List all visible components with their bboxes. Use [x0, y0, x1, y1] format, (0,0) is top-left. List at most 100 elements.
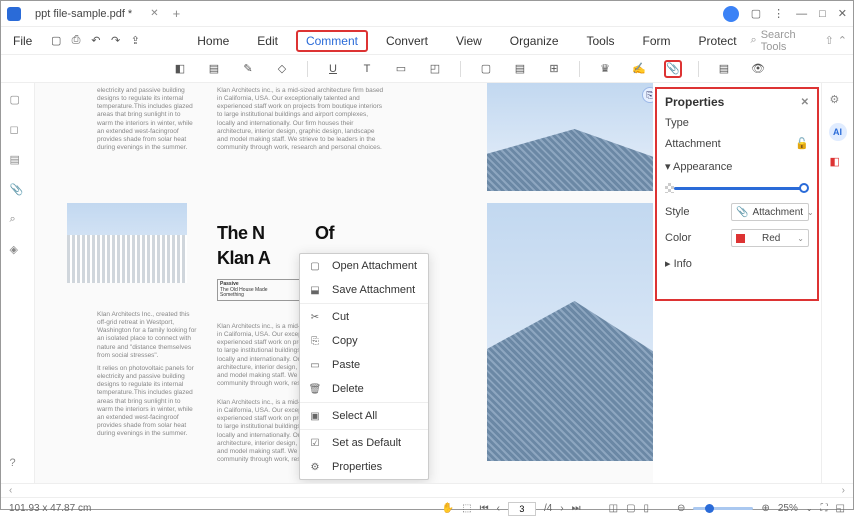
tab-tools[interactable]: Tools [577, 30, 625, 52]
body-text: Klan Architects Inc., created this off-g… [97, 311, 197, 360]
hand-tool-icon[interactable]: ✋ [442, 503, 454, 514]
scroll-right-icon[interactable]: › [842, 485, 845, 496]
outline-icon[interactable]: ▤ [10, 153, 26, 169]
next-page-icon[interactable]: › [560, 503, 563, 514]
prev-page-icon[interactable]: ‹ [497, 503, 500, 514]
layers-icon[interactable]: ◈ [10, 243, 26, 259]
settings-rail-icon[interactable]: ⚙ [830, 93, 846, 109]
zoom-value[interactable]: 25% [778, 503, 798, 514]
attachments-rail-icon[interactable]: 📎 [10, 183, 26, 199]
sticky-icon[interactable]: ▤ [511, 60, 529, 78]
hide-comments-icon[interactable]: 👁 [749, 60, 767, 78]
search-rail-icon[interactable]: ⌕ [10, 213, 26, 229]
search-placeholder[interactable]: Search Tools [761, 29, 811, 53]
zoom-dropdown-icon[interactable]: ⌄ [806, 504, 813, 513]
cloud-icon[interactable]: ⇧ [825, 34, 834, 47]
tab-edit[interactable]: Edit [247, 30, 288, 52]
first-page-icon[interactable]: ⏮ [480, 503, 489, 514]
redo-icon[interactable]: ↷ [108, 32, 124, 50]
style-select[interactable]: 📎Attachment⌄ [731, 203, 809, 221]
single-page-icon[interactable]: ▯ [644, 503, 650, 514]
ctx-cut[interactable]: ✂Cut [300, 305, 428, 329]
ctx-paste[interactable]: ▭Paste [300, 353, 428, 377]
new-tab-button[interactable]: + [173, 6, 181, 21]
translate-icon[interactable]: ◧ [830, 155, 846, 171]
ctx-save-attachment[interactable]: ⬓Save Attachment [300, 278, 428, 302]
zoom-in-icon[interactable]: ⊕ [761, 503, 769, 514]
menubar: File ▢ ⎙ ↶ ↷ ⇪ Home Edit Comment Convert… [1, 27, 853, 55]
textbox-icon[interactable]: ▭ [392, 60, 410, 78]
share-icon[interactable]: ⇪ [127, 32, 143, 50]
help-icon[interactable]: ? [10, 457, 26, 473]
ctx-set-default[interactable]: ☑Set as Default [300, 431, 428, 455]
app-icon [7, 7, 21, 21]
select-tool-icon[interactable]: ⬚ [462, 503, 471, 514]
tab-view[interactable]: View [446, 30, 492, 52]
underline-icon[interactable]: U [324, 60, 342, 78]
ctx-select-all[interactable]: ▣Select All [300, 404, 428, 428]
more-icon[interactable]: ⋮ [773, 7, 784, 20]
feedback-icon[interactable]: ▢ [751, 7, 761, 20]
color-select[interactable]: Red⌄ [731, 229, 809, 247]
stamp-icon[interactable]: ♛ [596, 60, 614, 78]
tab-convert[interactable]: Convert [376, 30, 438, 52]
minimize-icon[interactable]: — [796, 8, 807, 20]
attachment-icon[interactable]: 📎 [664, 60, 682, 78]
tab-home[interactable]: Home [187, 30, 239, 52]
ctx-label: Open Attachment [332, 260, 417, 272]
search-icon[interactable]: ⌕ [751, 34, 757, 47]
lock-icon[interactable]: 🔓 [795, 137, 809, 150]
left-rail: ▢ ◻ ▤ 📎 ⌕ ◈ ? [1, 83, 35, 483]
scroll-left-icon[interactable]: ‹ [9, 485, 12, 496]
tab-protect[interactable]: Protect [689, 30, 747, 52]
opacity-slider[interactable] [674, 181, 809, 195]
save-icon[interactable]: ▢ [48, 32, 64, 50]
print-icon[interactable]: ⎙ [68, 32, 84, 50]
tab-form[interactable]: Form [633, 30, 681, 52]
ctx-open-attachment[interactable]: ▢Open Attachment [300, 254, 428, 278]
document-tab[interactable]: ppt file-sample.pdf * ✕ [27, 5, 167, 23]
page-input[interactable] [508, 502, 536, 516]
comments-list-icon[interactable]: ▤ [715, 60, 733, 78]
fullscreen-icon[interactable]: ⛶ [821, 503, 828, 514]
context-menu: ▢Open Attachment ⬓Save Attachment ✂Cut ⎘… [299, 253, 429, 480]
ctx-copy[interactable]: ⎘Copy [300, 329, 428, 353]
callout-icon[interactable]: ◰ [426, 60, 444, 78]
user-avatar[interactable] [723, 6, 739, 22]
fit-width-icon[interactable]: ◫ [609, 503, 618, 514]
note-icon[interactable]: ▤ [205, 60, 223, 78]
text-icon[interactable]: T [358, 60, 376, 78]
measure-icon[interactable]: ⊞ [545, 60, 563, 78]
tab-comment[interactable]: Comment [296, 30, 368, 52]
zoom-out-icon[interactable]: ⊖ [677, 503, 685, 514]
reading-mode-icon[interactable]: ◱ [836, 503, 845, 514]
last-page-icon[interactable]: ⏭ [572, 503, 581, 514]
tab-organize[interactable]: Organize [500, 30, 569, 52]
ctx-label: Cut [332, 311, 349, 323]
undo-icon[interactable]: ↶ [88, 32, 104, 50]
file-menu[interactable]: File [7, 32, 38, 50]
close-tab-icon[interactable]: ✕ [150, 8, 158, 19]
ai-icon[interactable]: AI [829, 123, 847, 141]
ctx-label: Save Attachment [332, 284, 415, 296]
rectangle-icon[interactable]: ▢ [477, 60, 495, 78]
signature-icon[interactable]: ✍ [630, 60, 648, 78]
document-canvas[interactable]: electricity and passive building designs… [35, 83, 653, 483]
document-caption-box: Passive The Old House Made Something [217, 279, 307, 301]
horizontal-scrollbar[interactable]: ‹ › [1, 483, 853, 497]
titlebar: ppt file-sample.pdf * ✕ + ▢ ⋮ — □ ✕ [1, 1, 853, 27]
close-window-icon[interactable]: ✕ [838, 7, 847, 20]
fit-page-icon[interactable]: ▢ [626, 503, 635, 514]
pencil-icon[interactable]: ✎ [239, 60, 257, 78]
ctx-delete[interactable]: 🗑Delete [300, 377, 428, 401]
ctx-properties[interactable]: ⚙Properties [300, 455, 428, 479]
thumbnails-icon[interactable]: ▢ [10, 93, 26, 109]
close-properties-icon[interactable]: ✕ [801, 97, 809, 108]
highlight-icon[interactable]: ◧ [171, 60, 189, 78]
expand-icon[interactable]: ⌃ [838, 34, 847, 47]
eraser-icon[interactable]: ◇ [273, 60, 291, 78]
bookmarks-icon[interactable]: ◻ [10, 123, 26, 139]
copy-badge-icon[interactable]: ⎘ [642, 87, 653, 103]
maximize-icon[interactable]: □ [819, 8, 826, 20]
cursor-coordinates: 101.93 x 47.87 cm [9, 503, 91, 514]
